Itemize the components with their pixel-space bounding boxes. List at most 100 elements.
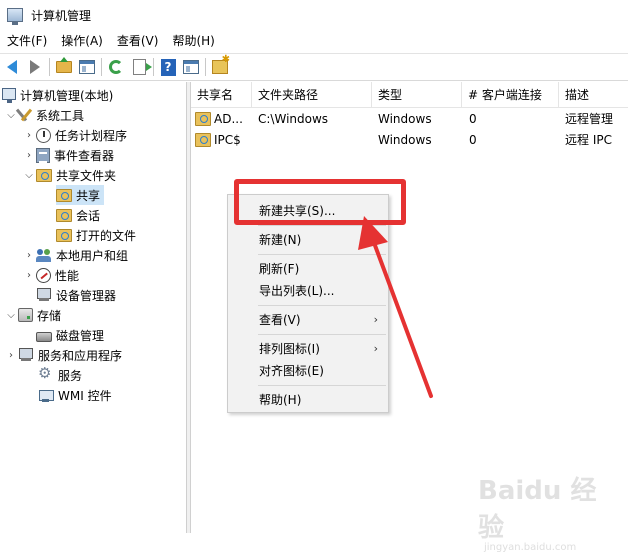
tree-item-label: WMI 控件: [58, 388, 112, 403]
tree-item-shared-folders[interactable]: ⌵ 共享文件夹: [24, 165, 116, 185]
export-list-button[interactable]: [129, 57, 152, 77]
share-description: 远程管理: [565, 112, 614, 126]
tree-item-label: 任务计划程序: [55, 128, 128, 143]
tree-item-label: 系统工具: [36, 108, 85, 123]
tree-item-event-viewer[interactable]: › 事件查看器: [24, 145, 114, 165]
menu-item-label: 新建(N): [259, 233, 302, 247]
help-button[interactable]: ?: [158, 57, 178, 77]
menu-item-label: 对齐图标(E): [259, 364, 324, 378]
tree-item-sessions[interactable]: 会话: [56, 205, 100, 225]
tree-item-system-tools[interactable]: ⌵ 系统工具: [6, 105, 84, 125]
tree-item-storage[interactable]: ⌵ 存储: [6, 305, 61, 325]
shared-folder-icon: [36, 168, 52, 182]
chevron-right-icon[interactable]: ›: [24, 265, 34, 285]
tree-item-device-manager[interactable]: 设备管理器: [36, 285, 116, 305]
tree-item-task-scheduler[interactable]: › 任务计划程序: [24, 125, 127, 145]
tree-item-open-files[interactable]: 打开的文件: [56, 225, 136, 245]
menu-view[interactable]: 查看(V): [110, 30, 166, 52]
performance-icon: [36, 267, 51, 283]
menu-file[interactable]: 文件(F): [0, 30, 54, 52]
menu-bar: 文件(F) 操作(A) 查看(V) 帮助(H): [0, 30, 628, 52]
menu-item-new[interactable]: 新建(N): [228, 229, 388, 251]
forward-icon: [30, 60, 40, 74]
show-hide-tree-button[interactable]: [77, 57, 97, 77]
clock-icon: [36, 127, 51, 143]
wmi-icon: [38, 388, 54, 403]
client-connections: 0: [469, 112, 477, 126]
chevron-down-icon[interactable]: ⌵: [6, 305, 16, 325]
toolbar: ?: [0, 53, 628, 81]
menu-item-label: 帮助(H): [259, 393, 302, 407]
menu-action[interactable]: 操作(A): [54, 30, 110, 52]
column-header-description[interactable]: 描述: [559, 82, 628, 108]
tree-item-label: 打开的文件: [76, 228, 137, 243]
menu-item-arrange-icons[interactable]: 排列图标(I) ›: [228, 338, 388, 360]
refresh-button[interactable]: [106, 57, 126, 77]
tree-item-wmi-control[interactable]: WMI 控件: [38, 385, 112, 405]
show-hide-tree-icon: [79, 60, 95, 74]
menu-help[interactable]: 帮助(H): [165, 30, 221, 52]
computer-icon: [2, 88, 16, 103]
toolbar-separator: [205, 58, 206, 76]
folder-path: C:\Windows: [258, 112, 329, 126]
tree-item-services-applications[interactable]: › 服务和应用程序: [6, 345, 122, 365]
tree-item-performance[interactable]: › 性能: [24, 265, 79, 285]
column-header-type[interactable]: 类型: [372, 82, 462, 108]
chevron-down-icon[interactable]: ⌵: [24, 165, 34, 185]
share-name: AD...: [214, 112, 243, 126]
chevron-down-icon[interactable]: ⌵: [6, 105, 16, 125]
services-applications-icon: [18, 348, 34, 362]
share-icon: [195, 133, 211, 147]
event-log-icon: [36, 147, 50, 163]
menu-item-line-up-icons[interactable]: 对齐图标(E): [228, 360, 388, 382]
chevron-right-icon[interactable]: ›: [24, 145, 34, 165]
tools-icon: [18, 108, 32, 122]
menu-item-refresh[interactable]: 刷新(F): [228, 258, 388, 280]
chevron-right-icon[interactable]: ›: [6, 345, 16, 365]
watermark: Baidu 经验 jingyan.baidu.com: [478, 470, 618, 553]
share-description: 远程 IPC: [565, 133, 612, 147]
disk-icon: [36, 331, 52, 342]
up-folder-button[interactable]: [54, 57, 74, 77]
properties-button[interactable]: [181, 57, 201, 77]
menu-separator: [258, 225, 386, 226]
gear-icon: [38, 364, 54, 383]
tree-item-services[interactable]: 服务: [38, 364, 83, 385]
annotation-highlight-box: [234, 179, 406, 225]
toolbar-separator: [153, 58, 154, 76]
tree-item-label: 会话: [76, 208, 101, 223]
tree-item-local-users-groups[interactable]: › 本地用户和组: [24, 245, 128, 265]
column-header-share-name[interactable]: 共享名: [191, 82, 252, 108]
tree-item-label: 本地用户和组: [56, 248, 129, 263]
client-connections: 0: [469, 133, 477, 147]
tree-item-label: 性能: [55, 268, 80, 283]
menu-item-export-list[interactable]: 导出列表(L)...: [228, 280, 388, 302]
new-share-button[interactable]: [210, 54, 230, 77]
menu-separator: [258, 385, 386, 386]
tree-item-label: 共享: [76, 188, 101, 203]
back-button[interactable]: [2, 57, 22, 77]
menu-item-help[interactable]: 帮助(H): [228, 389, 388, 411]
tree-item-computer-management[interactable]: 计算机管理(本地): [2, 85, 113, 105]
tree-item-label: 事件查看器: [54, 148, 115, 163]
menu-separator: [258, 334, 386, 335]
table-row[interactable]: AD... C:\Windows Windows 0 远程管理: [191, 109, 628, 130]
column-header-folder-path[interactable]: 文件夹路径: [252, 82, 372, 108]
column-header-client-connections[interactable]: # 客户端连接: [462, 82, 559, 108]
device-manager-icon: [36, 288, 52, 302]
share-icon: [56, 188, 72, 202]
chevron-right-icon[interactable]: ›: [24, 125, 34, 145]
menu-separator: [258, 254, 386, 255]
tree-item-shares[interactable]: 共享: [56, 185, 105, 205]
tree-item-disk-management[interactable]: 磁盘管理: [36, 325, 104, 345]
tree-item-label: 服务: [58, 368, 83, 383]
share-icon: [195, 112, 211, 126]
chevron-right-icon[interactable]: ›: [24, 245, 34, 265]
menu-item-view[interactable]: 查看(V) ›: [228, 309, 388, 331]
forward-button[interactable]: [25, 57, 45, 77]
table-row[interactable]: IPC$ Windows 0 远程 IPC: [191, 130, 628, 151]
tree-item-label: 共享文件夹: [56, 168, 117, 183]
share-type: Windows: [378, 133, 432, 147]
navigation-tree: 计算机管理(本地) ⌵ 系统工具 › 任务计划程序 › 事件查看器 ⌵ 共享文件…: [0, 82, 187, 533]
new-share-icon: [212, 54, 230, 74]
